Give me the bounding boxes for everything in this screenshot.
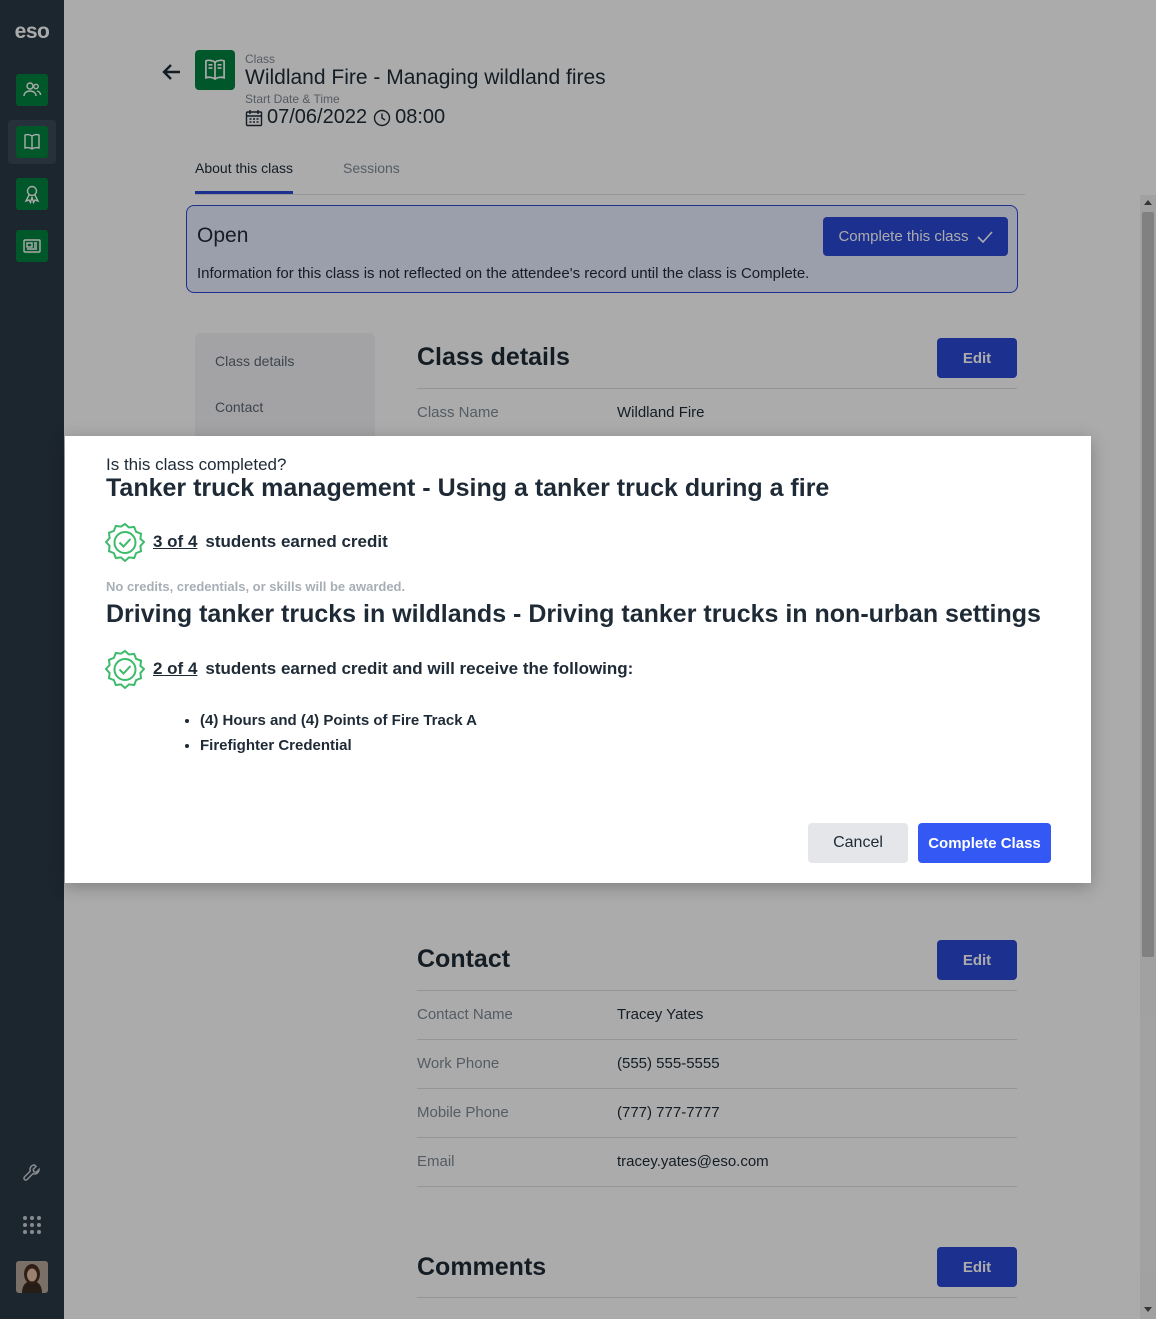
credit-text: students earned credit <box>205 532 388 551</box>
verified-badge-icon <box>105 649 145 689</box>
cancel-button[interactable]: Cancel <box>808 823 908 863</box>
complete-class-button[interactable]: Complete Class <box>918 823 1051 863</box>
credit-summary: 2 of 4 students earned credit and will r… <box>105 649 633 689</box>
no-credits-note: No credits, credentials, or skills will … <box>106 579 406 594</box>
credit-text: students earned credit and will receive … <box>205 659 634 678</box>
credit-summary: 3 of 4 students earned credit <box>105 522 388 562</box>
complete-class-dialog: Is this class completed? Tanker truck ma… <box>65 436 1091 883</box>
course-heading: Driving tanker trucks in wildlands - Dri… <box>106 600 1041 628</box>
award-item: (4) Hours and (4) Points of Fire Track A <box>200 712 477 729</box>
award-item: Firefighter Credential <box>200 737 477 754</box>
verified-badge-icon <box>105 522 145 562</box>
course-heading: Tanker truck management - Using a tanker… <box>106 474 830 502</box>
award-list: (4) Hours and (4) Points of Fire Track A… <box>200 712 477 762</box>
dialog-question: Is this class completed? <box>106 455 287 474</box>
credit-count-link[interactable]: 3 of 4 <box>153 532 197 552</box>
credit-count-link[interactable]: 2 of 4 <box>153 659 197 679</box>
